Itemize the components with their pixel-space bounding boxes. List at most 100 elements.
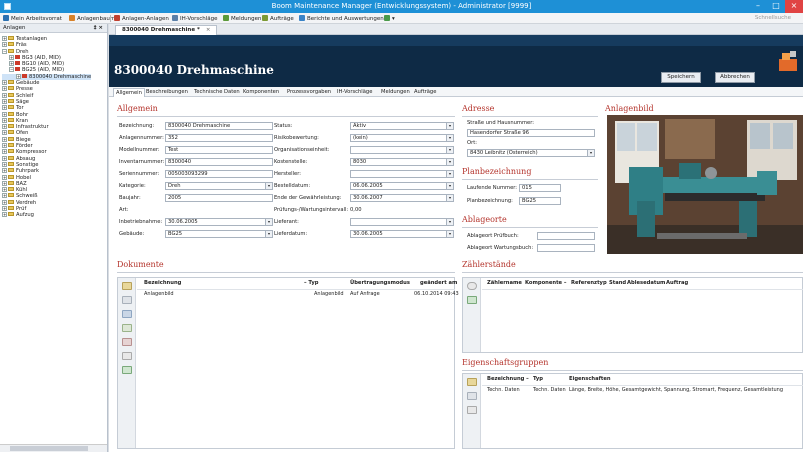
expand-icon[interactable]: + <box>9 61 14 67</box>
col-ablesedatum[interactable]: Ablesedatum <box>627 280 665 288</box>
col-stand[interactable]: Stand <box>609 280 626 288</box>
expand-icon[interactable]: + <box>2 92 7 98</box>
col-komponente[interactable]: Komponente – <box>525 280 566 288</box>
toolbar-ih-vorschlaege[interactable]: IH-Vorschläge <box>172 15 218 23</box>
doc-cell-modus[interactable]: Auf Anfrage <box>350 291 380 297</box>
plan-field[interactable]: BG25 <box>519 197 561 205</box>
pruefbuch-field[interactable] <box>537 232 595 240</box>
text-field[interactable]: Test <box>165 146 273 154</box>
maximize-button[interactable]: □ <box>767 0 785 13</box>
col-typ[interactable]: – Typ <box>304 280 318 288</box>
expand-icon[interactable]: + <box>2 98 7 104</box>
expand-icon[interactable]: + <box>2 180 7 186</box>
expand-icon[interactable]: + <box>2 124 7 130</box>
chevron-down-icon[interactable]: ▾ <box>446 135 453 141</box>
wartungsbuch-field[interactable] <box>537 244 595 252</box>
expand-icon[interactable]: + <box>2 143 7 149</box>
collapse-icon[interactable]: − <box>9 67 14 73</box>
more-actions-icon[interactable] <box>122 366 132 374</box>
col-zaehlername[interactable]: Zählername <box>487 280 522 288</box>
pin-icon[interactable]: ‡ <box>94 25 97 31</box>
expand-icon[interactable]: + <box>2 199 7 205</box>
chevron-down-icon[interactable]: ▾ <box>446 123 453 129</box>
expand-icon[interactable]: + <box>16 73 21 79</box>
prop-cell-typ[interactable]: Techn. Daten <box>533 387 566 393</box>
panel-controls[interactable]: ‡ × <box>94 24 103 33</box>
cut-group-icon[interactable] <box>467 406 477 414</box>
col-geaendert-am[interactable]: geändert am <box>420 280 457 288</box>
expand-icon[interactable]: + <box>2 42 7 48</box>
tab-komponenten[interactable]: Komponenten <box>241 88 281 97</box>
chevron-down-icon[interactable]: ▾ <box>446 183 453 189</box>
close-window-button[interactable]: × <box>785 0 803 13</box>
col-eigenschaften[interactable]: Eigenschaften <box>569 376 611 384</box>
add-document-icon[interactable] <box>122 282 132 290</box>
save-button[interactable]: Speichern <box>661 72 701 83</box>
text-field[interactable]: 005003093299 <box>165 170 273 178</box>
expand-icon[interactable]: + <box>2 86 7 92</box>
tab-allgemein[interactable]: Allgemein <box>113 88 145 97</box>
select-field[interactable]: 30.06.2007 ▾ <box>350 194 454 202</box>
cut-document-icon[interactable] <box>122 352 132 360</box>
toolbar-auftraege[interactable]: Aufträge <box>262 15 294 23</box>
expand-icon[interactable]: + <box>2 117 7 123</box>
scroll-thumb[interactable] <box>10 446 88 451</box>
toolbar-berichte[interactable]: Berichte und Auswertungen <box>299 15 384 23</box>
expand-icon[interactable]: + <box>2 187 7 193</box>
city-field[interactable]: 8430 Leibnitz (Österreich) ▾ <box>467 149 595 157</box>
toolbar-mein-arbeitsvorrat[interactable]: Mein Arbeitsvorrat <box>3 15 62 23</box>
lfd-field[interactable]: 015 <box>519 184 561 192</box>
delete-document-icon[interactable] <box>122 338 132 346</box>
col-referenztyp[interactable]: Referenztyp <box>571 280 607 288</box>
tab-beschreibungen[interactable]: Beschreibungen <box>144 88 190 97</box>
more-actions-icon[interactable] <box>467 296 477 304</box>
expand-icon[interactable]: + <box>2 149 7 155</box>
tab-technische-daten[interactable]: Technische Daten <box>192 88 242 97</box>
select-field[interactable]: BG25 ▾ <box>165 230 273 238</box>
toolbar-meldungen[interactable]: Meldungen <box>223 15 261 23</box>
chevron-down-icon[interactable]: ▾ <box>265 231 272 237</box>
col-uebertragungsmodus[interactable]: Übertragungsmodus <box>350 280 410 288</box>
text-field[interactable]: 8300040 Drehmaschine <box>165 122 273 130</box>
expand-icon[interactable]: + <box>2 105 7 111</box>
expand-icon[interactable]: + <box>2 80 7 86</box>
expand-icon[interactable]: + <box>9 54 14 60</box>
expand-icon[interactable]: + <box>2 155 7 161</box>
toolbar-extra-dropdown[interactable]: ▾ <box>384 15 395 23</box>
chevron-down-icon[interactable]: ▾ <box>587 150 594 156</box>
doc-cell-bezeichnung[interactable]: Anlagenbild <box>144 291 174 297</box>
select-field[interactable]: Aktiv ▾ <box>350 122 454 130</box>
expand-icon[interactable]: + <box>2 193 7 199</box>
expand-icon[interactable]: + <box>2 168 7 174</box>
select-field[interactable]: 30.06.2005 ▾ <box>350 230 454 238</box>
tree-node[interactable]: + Aufzug <box>2 212 91 218</box>
select-field[interactable]: ▾ <box>350 146 454 154</box>
expand-icon[interactable]: + <box>2 206 7 212</box>
prop-cell-bezeichnung[interactable]: Techn. Daten <box>487 387 520 393</box>
select-field[interactable]: ▾ <box>350 170 454 178</box>
save-document-icon[interactable] <box>122 310 132 318</box>
tab-prozessvorgaben[interactable]: Prozessvorgaben <box>285 88 333 97</box>
tab-ih-vorschlaege[interactable]: IH-Vorschläge <box>335 88 374 97</box>
expand-icon[interactable]: + <box>2 136 7 142</box>
chevron-down-icon[interactable]: ▾ <box>446 219 453 225</box>
chevron-down-icon[interactable]: ▾ <box>265 183 272 189</box>
chevron-down-icon[interactable]: ▾ <box>446 195 453 201</box>
text-field[interactable]: 352 <box>165 134 273 142</box>
select-field[interactable]: (kein) ▾ <box>350 134 454 142</box>
edit-group-icon[interactable] <box>467 392 477 400</box>
close-icon[interactable]: × <box>98 25 103 31</box>
expand-icon[interactable]: + <box>2 212 7 218</box>
doc-cell-typ[interactable]: Anlagenbild <box>314 291 344 297</box>
chevron-down-icon[interactable]: ▾ <box>446 171 453 177</box>
col-bezeichnung[interactable]: Bezeichnung <box>144 280 181 288</box>
tab-auftraege[interactable]: Aufträge <box>412 88 438 97</box>
col-typ[interactable]: Typ <box>533 376 543 384</box>
select-field[interactable]: 06.06.2005 ▾ <box>350 182 454 190</box>
street-field[interactable]: Hasendorfer Straße 96 <box>467 129 595 137</box>
expand-icon[interactable]: + <box>2 36 7 41</box>
edit-document-icon[interactable] <box>122 324 132 332</box>
document-tab[interactable]: 8300040 Drehmaschine * × <box>115 25 218 35</box>
collapse-icon[interactable]: − <box>2 48 7 54</box>
toolbar-anlagenbaum[interactable]: Anlagenbaum <box>69 15 115 23</box>
